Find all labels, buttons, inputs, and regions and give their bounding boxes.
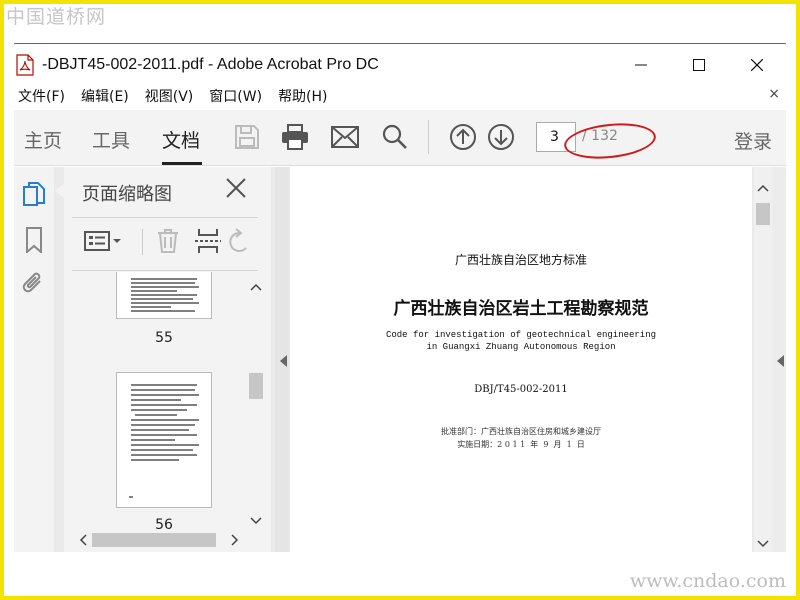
page-thumbnail[interactable] — [116, 272, 212, 319]
tool-separator — [142, 229, 143, 255]
tab-document[interactable]: 文档 — [162, 126, 200, 153]
scroll-down-icon — [757, 540, 769, 548]
doc-approver: 批准部门：广西壮族自治区住房和城乡建设厅 — [441, 427, 601, 436]
tab-home[interactable]: 主页 — [24, 126, 62, 153]
menu-help[interactable]: 帮助(H) — [278, 86, 327, 106]
page-thumbnail[interactable] — [116, 372, 212, 508]
right-panel-toggle[interactable] — [772, 167, 786, 552]
scroll-up-icon — [250, 283, 262, 291]
rotate-icon — [229, 228, 247, 252]
rotate-page-button[interactable] — [226, 227, 250, 255]
minimize-icon — [635, 64, 647, 66]
save-button[interactable] — [232, 122, 262, 152]
doc-standard-code: DBJ/T45-002-2011 — [474, 384, 568, 395]
thumbnail-panel: 页面缩略图 55 56 — [55, 167, 271, 552]
menu-file[interactable]: 文件(F) — [18, 86, 65, 106]
page-down-icon — [488, 124, 514, 150]
thumbnail-options-button[interactable] — [82, 227, 124, 255]
scroll-down-icon — [250, 517, 262, 525]
delete-page-button[interactable] — [152, 227, 184, 255]
toolbar: 主页 工具 文档 3 / 132 登录 — [14, 110, 786, 166]
next-page-button[interactable] — [486, 122, 516, 152]
window-title: -DBJT45-002-2011.pdf - Adobe Acrobat Pro… — [42, 56, 379, 73]
panel-divider — [72, 270, 258, 271]
toolbar-separator — [428, 120, 429, 154]
page-thumbnails-icon — [23, 182, 45, 206]
save-icon — [235, 125, 259, 149]
menu-window[interactable]: 窗口(W) — [209, 86, 262, 106]
active-tab-indicator — [162, 162, 202, 165]
doc-effective-date: 实施日期：2 0 1 1 年 9 月 1 日 — [457, 440, 585, 449]
thumbnail-text-lines — [129, 384, 199, 498]
panel-divider — [72, 217, 258, 218]
panel-title: 页面缩略图 — [82, 184, 172, 205]
page-thumbnails-nav-button[interactable] — [21, 181, 47, 207]
tab-tools[interactable]: 工具 — [92, 126, 130, 153]
collapse-left-icon — [280, 355, 287, 367]
doc-subtitle-line2: in Guangxi Zhuang Autonomous Region — [426, 342, 616, 352]
maximize-button[interactable] — [670, 48, 728, 82]
scroll-up-icon — [757, 184, 769, 192]
expand-left-icon — [777, 355, 784, 367]
thumbnail-text-lines — [131, 278, 199, 312]
panel-close-button[interactable] — [225, 177, 249, 201]
document-page: 广西壮族自治区地方标准 广西壮族自治区岩土工程勘察规范 Code for inv… — [290, 167, 752, 552]
close-icon — [751, 59, 763, 71]
panel-splitter[interactable] — [275, 167, 289, 552]
panel-pointer-icon — [55, 183, 65, 199]
search-icon — [382, 124, 407, 149]
thumbnail-page-number: 55 — [155, 330, 173, 346]
maximize-icon — [693, 59, 705, 71]
trash-icon — [158, 229, 178, 253]
attachments-nav-button[interactable] — [21, 271, 47, 297]
scroll-right-icon — [231, 534, 239, 546]
doc-header: 广西壮族自治区地方标准 — [454, 253, 587, 267]
title-bar: -DBJT45-002-2011.pdf - Adobe Acrobat Pro… — [14, 48, 786, 82]
menu-close-button[interactable]: × — [768, 86, 780, 102]
menu-bar: 文件(F) 编辑(E) 视图(V) 窗口(W) 帮助(H) × — [14, 84, 786, 108]
print-icon — [282, 124, 308, 150]
thumbnail-horizontal-scrollbar[interactable] — [64, 530, 244, 550]
close-icon — [226, 178, 246, 198]
previous-page-button[interactable] — [448, 122, 478, 152]
insert-page-button[interactable] — [192, 227, 224, 255]
scroll-thumb[interactable] — [92, 533, 216, 547]
document-vertical-scrollbar[interactable] — [754, 167, 772, 552]
window-top-border — [14, 43, 786, 44]
workspace: 页面缩略图 55 56 广西壮族自治区地方标准 广西壮族自治区岩土工程勘察规范 … — [14, 167, 786, 552]
scroll-left-icon — [79, 534, 87, 546]
minimize-button[interactable] — [612, 48, 670, 82]
bookmark-icon — [26, 227, 42, 253]
thumbnail-list: 55 56 — [64, 272, 244, 534]
navigation-pane — [14, 167, 54, 552]
paperclip-icon — [22, 272, 41, 293]
menu-view[interactable]: 视图(V) — [145, 86, 194, 106]
options-menu-icon — [84, 231, 121, 251]
scroll-thumb[interactable] — [249, 373, 263, 399]
email-button[interactable] — [330, 122, 360, 152]
bookmarks-nav-button[interactable] — [21, 227, 47, 253]
menu-edit[interactable]: 编辑(E) — [81, 86, 129, 106]
scroll-thumb[interactable] — [756, 203, 770, 225]
page-up-icon — [450, 124, 476, 150]
watermark-top: 中国道桥网 — [6, 6, 107, 28]
insert-page-icon — [195, 229, 221, 253]
email-icon — [331, 126, 359, 148]
pdf-file-icon — [16, 54, 34, 76]
doc-subtitle-line1: Code for investigation of geotechnical e… — [385, 330, 657, 340]
watermark-bottom: www.cndao.com — [629, 570, 786, 592]
search-button[interactable] — [380, 122, 410, 152]
thumbnail-vertical-scrollbar[interactable] — [248, 272, 264, 530]
login-button[interactable]: 登录 — [734, 127, 772, 154]
doc-title: 广西壮族自治区岩土工程勘察规范 — [393, 299, 649, 319]
print-button[interactable] — [280, 122, 310, 152]
close-window-button[interactable] — [728, 48, 786, 82]
